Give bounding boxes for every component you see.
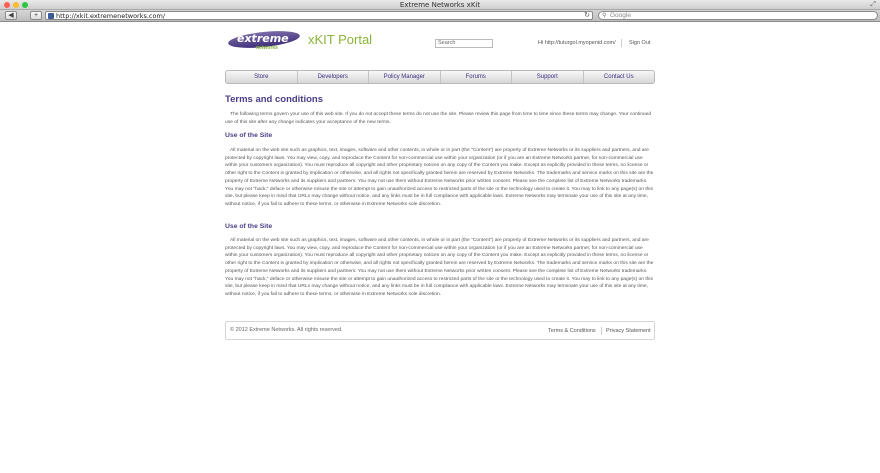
header-divider	[621, 39, 622, 47]
copyright-text: © 2012 Extreme Networks. All rights rese…	[230, 327, 343, 333]
site-favicon-icon	[48, 13, 54, 19]
back-button[interactable]: ◀	[5, 11, 17, 20]
page-footer: © 2012 Extreme Networks. All rights rese…	[225, 321, 655, 340]
terms-conditions-link[interactable]: Terms & Conditions	[548, 328, 596, 334]
sign-out-link[interactable]: Sign Out	[629, 40, 650, 46]
browser-toolbar: ◀ + http://xkit.extremenetworks.com/ ↻ ⚲…	[0, 10, 880, 22]
extreme-networks-logo[interactable]: extreme networks	[227, 28, 302, 52]
section-body: All material on the web site such as gra…	[225, 148, 654, 207]
privacy-statement-link[interactable]: Privacy Statement	[606, 328, 651, 334]
section-heading: Use of the Site	[225, 223, 273, 230]
section-body: All material on the web site such as gra…	[225, 238, 654, 297]
footer-divider	[601, 327, 602, 335]
section-heading: Use of the Site	[225, 132, 273, 139]
nav-item-contact-us[interactable]: Contact Us	[584, 71, 655, 83]
reload-icon[interactable]: ↻	[584, 12, 590, 20]
nav-item-forums[interactable]: Forums	[441, 71, 512, 83]
main-nav: Store Developers Policy Manager Forums S…	[225, 70, 655, 84]
user-openid-link[interactable]: Hi http://tuturgol.myopenid.com/	[538, 40, 616, 46]
search-icon: ⚲	[602, 13, 607, 19]
portal-title: xKIT Portal	[308, 32, 373, 47]
window-title: Extreme Networks xKit	[399, 1, 481, 9]
browser-search-placeholder: Google	[610, 12, 631, 19]
nav-item-policy-manager[interactable]: Policy Manager	[369, 71, 441, 83]
window-titlebar: Extreme Networks xKit ⤢	[0, 0, 880, 10]
nav-item-developers[interactable]: Developers	[298, 71, 369, 83]
nav-item-store[interactable]: Store	[226, 71, 298, 83]
intro-paragraph: The following terms govern your use of t…	[225, 112, 652, 125]
address-bar[interactable]: http://xkit.extremenetworks.com/ ↻	[45, 11, 593, 20]
fullscreen-icon[interactable]: ⤢	[870, 1, 876, 9]
logo-wordmark: extreme	[237, 32, 289, 45]
logo-subtext: networks	[256, 45, 278, 51]
browser-search-input[interactable]: ⚲ Google	[598, 11, 878, 20]
address-bar-url[interactable]: http://xkit.extremenetworks.com/	[56, 12, 165, 20]
add-bookmark-button[interactable]: +	[30, 11, 42, 20]
site-search-input[interactable]: Search	[435, 39, 493, 48]
page-title: Terms and conditions	[225, 94, 324, 105]
nav-item-support[interactable]: Support	[512, 71, 584, 83]
